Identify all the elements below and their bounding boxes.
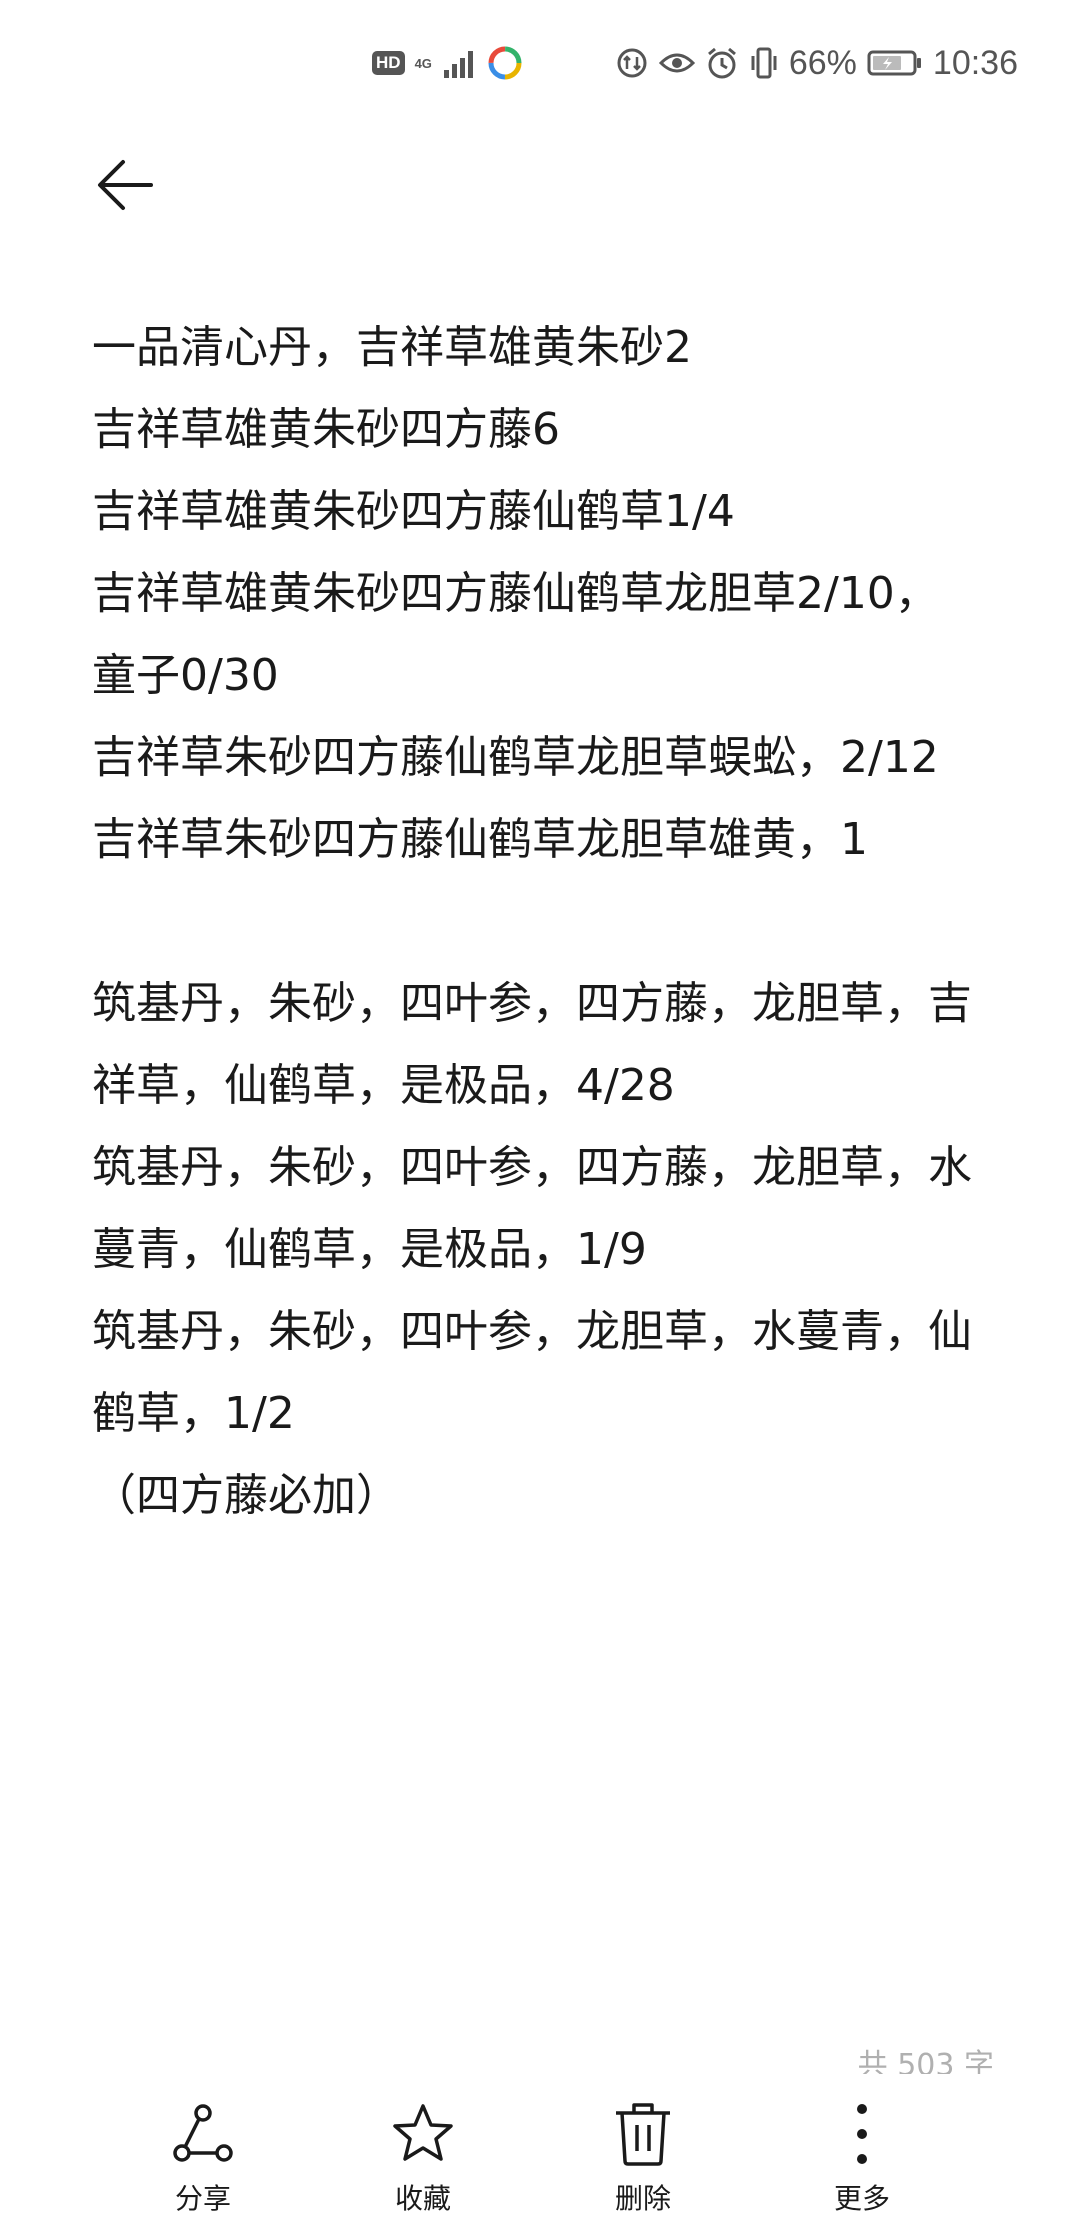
status-bar-left: HD 4G	[372, 46, 522, 80]
more-label: 更多	[833, 2182, 890, 2215]
battery-percent: 66%	[788, 43, 857, 82]
note-line: 筑基丹，朱砂，四叶参，四方藤，龙胆草，吉	[92, 978, 972, 1029]
status-bar: HD 4G 66% 10:36	[0, 0, 1080, 130]
note-line: 一品清心丹，吉祥草雄黄朱砂2	[92, 322, 692, 373]
share-label: 分享	[174, 2182, 231, 2215]
bottom-action-bar: 分享 收藏 删除 更多	[0, 2085, 1080, 2228]
more-vertical-icon	[852, 2099, 872, 2169]
more-button[interactable]: 更多	[782, 2099, 942, 2217]
status-bar-right: 66% 10:36	[615, 40, 1018, 86]
note-line: 吉祥草雄黄朱砂四方藤仙鹤草1/4	[92, 486, 735, 537]
back-button[interactable]	[80, 140, 170, 230]
note-line: 吉祥草朱砂四方藤仙鹤草龙胆草雄黄，1	[92, 814, 868, 865]
note-line: 吉祥草雄黄朱砂四方藤仙鹤草龙胆草2/10，	[92, 568, 939, 619]
hd-badge: HD	[372, 51, 405, 75]
note-line: （四方藤必加）	[92, 1470, 400, 1521]
delete-button[interactable]: 删除	[563, 2099, 723, 2217]
note-content[interactable]: 一品清心丹，吉祥草雄黄朱砂2 吉祥草雄黄朱砂四方藤6 吉祥草雄黄朱砂四方藤仙鹤草…	[92, 307, 1012, 1537]
note-line: 蔓青，仙鹤草，是极品，1/9	[92, 1224, 647, 1275]
clock-time: 10:36	[932, 43, 1018, 82]
network-type-label: 4G	[414, 55, 432, 71]
note-line: 吉祥草朱砂四方藤仙鹤草龙胆草蜈蚣，2/12	[92, 732, 939, 783]
app-notification-icon	[488, 46, 522, 80]
alarm-icon	[705, 46, 739, 80]
favorite-button[interactable]: 收藏	[343, 2099, 503, 2217]
share-button[interactable]: 分享	[123, 2099, 283, 2217]
star-icon	[391, 2099, 455, 2169]
delete-label: 删除	[614, 2182, 671, 2215]
note-line: 鹤草，1/2	[92, 1388, 295, 1439]
note-line: 童子0/30	[92, 650, 279, 701]
favorite-label: 收藏	[394, 2182, 451, 2215]
eye-comfort-icon	[658, 50, 695, 76]
trash-icon	[613, 2099, 673, 2169]
note-blank-line	[92, 881, 1012, 963]
arrow-left-icon	[98, 160, 153, 210]
signal-icon	[442, 48, 478, 78]
note-line: 祥草，仙鹤草，是极品，4/28	[92, 1060, 675, 1111]
note-line: 筑基丹，朱砂，四叶参，四方藤，龙胆草，水	[92, 1142, 972, 1193]
data-saver-icon	[615, 46, 649, 80]
character-count: 共 503 字	[857, 2048, 994, 2074]
vibrate-icon	[749, 46, 779, 80]
note-line: 筑基丹，朱砂，四叶参，龙胆草，水蔓青，仙	[92, 1306, 972, 1357]
note-line: 吉祥草雄黄朱砂四方藤6	[92, 404, 560, 455]
battery-icon	[867, 49, 923, 77]
share-icon	[172, 2099, 234, 2169]
